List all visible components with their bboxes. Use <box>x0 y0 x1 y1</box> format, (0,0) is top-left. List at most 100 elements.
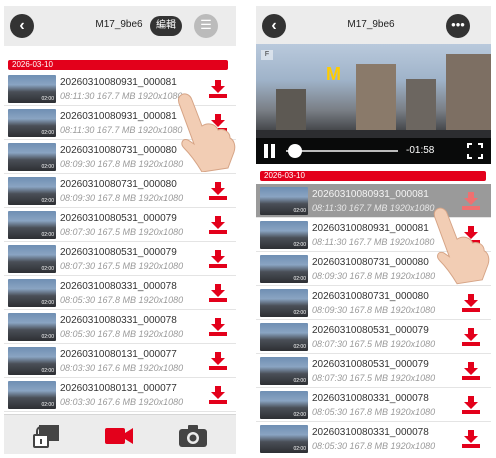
file-meta: 08:07:30 167.5 MB 1920x1080 <box>60 227 184 237</box>
thumbnail-duration: 02:00 <box>293 344 306 350</box>
video-thumbnail: 02:00 <box>260 255 308 283</box>
thumbnail-duration: 02:00 <box>41 300 54 306</box>
progress-track[interactable] <box>286 150 398 152</box>
hand-pointer-icon <box>433 207 490 285</box>
fullscreen-icon[interactable] <box>467 143 483 159</box>
thumbnail-duration: 02:00 <box>41 198 54 204</box>
file-name: 20260310080331_000078 <box>312 427 429 438</box>
download-icon[interactable] <box>208 250 228 268</box>
file-meta: 08:09:30 167.8 MB 1920x1080 <box>60 159 184 169</box>
file-meta: 08:03:30 167.6 MB 1920x1080 <box>60 397 184 407</box>
video-thumbnail: 02:00 <box>8 313 56 341</box>
file-meta: 08:09:30 167.8 MB 1920x1080 <box>312 305 436 315</box>
thumbnail-duration: 02:00 <box>41 266 54 272</box>
video-thumbnail: 02:00 <box>260 221 308 249</box>
file-meta: 08:07:30 167.5 MB 1920x1080 <box>60 261 184 271</box>
download-icon[interactable] <box>208 386 228 404</box>
video-thumbnail: 02:00 <box>8 381 56 409</box>
list-item[interactable]: 02:00 20260310080531_000079 08:07:30 167… <box>4 242 236 276</box>
file-name: 20260310080531_000079 <box>312 359 429 370</box>
file-name: 20260310080331_000078 <box>60 281 177 292</box>
thumbnail-duration: 02:00 <box>41 232 54 238</box>
list-item[interactable]: 02:00 20260310080531_000079 08:07:30 167… <box>256 354 491 388</box>
download-icon[interactable] <box>208 216 228 234</box>
list-item[interactable]: 02:00 20260310080131_000077 08:03:30 167… <box>4 344 236 378</box>
thumbnail-duration: 02:00 <box>41 334 54 340</box>
file-meta: 08:05:30 167.8 MB 1920x1080 <box>60 329 184 339</box>
hand-pointer-icon <box>178 93 236 172</box>
download-icon[interactable] <box>461 294 481 312</box>
thumbnail-duration: 02:00 <box>293 208 306 214</box>
download-icon[interactable] <box>208 182 228 200</box>
file-name: 20260310080531_000079 <box>60 213 177 224</box>
top-bar: ‹ M17_9be6 ••• <box>256 6 491 46</box>
list-item[interactable]: 02:00 20260310080331_000078 08:05:30 167… <box>4 276 236 310</box>
file-meta: 08:11:30 167.7 MB 1920x1080 <box>60 125 183 135</box>
video-frame-building <box>406 79 436 134</box>
video-camera-icon[interactable] <box>102 423 136 449</box>
remaining-time: -01:58 <box>406 145 435 156</box>
video-thumbnail: 02:00 <box>260 187 308 215</box>
download-icon[interactable] <box>208 284 228 302</box>
thumbnail-duration: 02:00 <box>293 242 306 248</box>
thumbnail-duration: 02:00 <box>41 402 54 408</box>
thumbnail-duration: 02:00 <box>41 368 54 374</box>
back-button[interactable]: ‹ <box>10 14 34 38</box>
video-thumbnail: 02:00 <box>260 425 308 453</box>
playback-screen: ‹ M17_9be6 ••• M F -01:58 2026-03-10 02:… <box>256 6 491 454</box>
video-thumbnail: 02:00 <box>8 75 56 103</box>
list-item[interactable]: 02:00 20260310080331_000078 08:05:30 167… <box>256 388 491 422</box>
thumbnail-duration: 02:00 <box>293 378 306 384</box>
download-icon[interactable] <box>461 396 481 414</box>
list-item[interactable]: 02:00 20260310080331_000078 08:05:30 167… <box>4 310 236 344</box>
progress-knob[interactable] <box>288 144 302 158</box>
lock-icon[interactable] <box>30 423 64 449</box>
page-title: M17_9be6 <box>347 19 395 30</box>
list-item[interactable]: 02:00 20260310080731_000080 08:09:30 167… <box>4 174 236 208</box>
list-item[interactable]: 02:00 20260310080531_000079 08:07:30 167… <box>256 320 491 354</box>
video-thumbnail: 02:00 <box>8 347 56 375</box>
video-thumbnail: 02:00 <box>260 289 308 317</box>
file-meta: 08:03:30 167.6 MB 1920x1080 <box>60 363 184 373</box>
file-name: 20260310080531_000079 <box>60 247 177 258</box>
video-thumbnail: 02:00 <box>8 109 56 137</box>
download-icon[interactable] <box>208 318 228 336</box>
more-options-button[interactable]: ••• <box>446 14 470 38</box>
video-player[interactable]: M F -01:58 <box>256 44 491 164</box>
download-icon[interactable] <box>461 328 481 346</box>
file-meta: 08:05:30 167.8 MB 1920x1080 <box>60 295 184 305</box>
file-meta: 08:11:30 167.7 MB 1920x1080 <box>312 203 435 213</box>
download-icon[interactable] <box>461 362 481 380</box>
video-thumbnail: 02:00 <box>8 279 56 307</box>
file-name: 20260310080931_000081 <box>312 189 429 200</box>
chevron-left-icon: ‹ <box>271 17 277 34</box>
list-view-button[interactable]: ☰ <box>194 14 218 38</box>
edit-button[interactable]: 編輯 <box>150 16 182 36</box>
video-thumbnail: 02:00 <box>8 177 56 205</box>
thumbnail-duration: 02:00 <box>293 412 306 418</box>
file-meta: 08:07:30 167.5 MB 1920x1080 <box>312 373 436 383</box>
download-icon[interactable] <box>461 430 481 448</box>
file-list-screen: ‹ M17_9be6 編輯 ☰ 2026-03-10 02:00 2026031… <box>4 6 236 454</box>
thumbnail-duration: 02:00 <box>293 446 306 452</box>
pause-button[interactable] <box>264 144 276 158</box>
file-name: 20260310080731_000080 <box>312 291 429 302</box>
back-button[interactable]: ‹ <box>262 14 286 38</box>
download-icon[interactable] <box>208 352 228 370</box>
video-thumbnail: 02:00 <box>260 323 308 351</box>
chevron-left-icon: ‹ <box>19 17 25 34</box>
list-item[interactable]: 02:00 20260310080531_000079 08:07:30 167… <box>4 208 236 242</box>
bottom-tab-bar <box>4 414 236 454</box>
file-meta: 08:05:30 167.8 MB 1920x1080 <box>312 407 436 417</box>
top-bar: ‹ M17_9be6 編輯 ☰ <box>4 6 236 46</box>
list-item[interactable]: 02:00 20260310080131_000077 08:03:30 167… <box>4 378 236 412</box>
list-item[interactable]: 02:00 20260310080731_000080 08:09:30 167… <box>256 286 491 320</box>
file-name: 20260310080731_000080 <box>60 179 177 190</box>
photo-camera-icon[interactable] <box>176 423 210 449</box>
list-item[interactable]: 02:00 20260310080331_000078 08:05:30 167… <box>256 422 491 454</box>
video-frame-sign: M <box>326 64 341 84</box>
video-thumbnail: 02:00 <box>260 357 308 385</box>
file-meta: 08:11:30 167.7 MB 1920x1080 <box>312 237 435 247</box>
video-badge: F <box>261 50 273 60</box>
thumbnail-duration: 02:00 <box>41 96 54 102</box>
